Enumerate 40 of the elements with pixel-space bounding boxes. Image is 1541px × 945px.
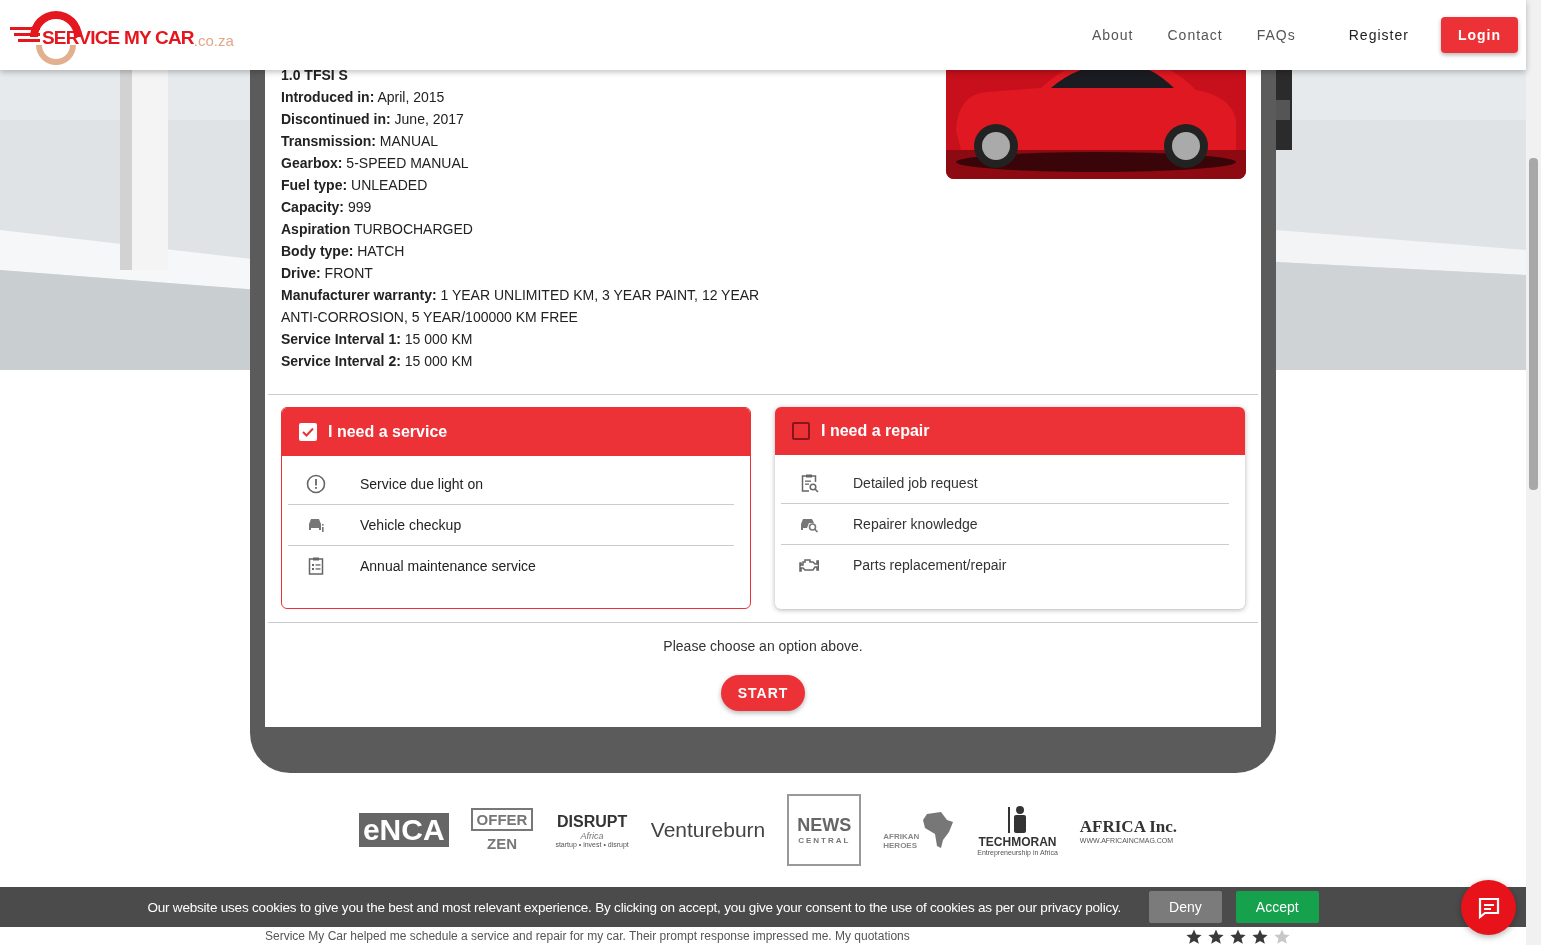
logo-text: TECHMORAN <box>978 834 1057 849</box>
chat-icon <box>1476 896 1501 919</box>
star-icon <box>1274 928 1290 945</box>
logo-text: eNCA <box>358 813 449 847</box>
logo-text: ZEN <box>487 835 517 852</box>
option-item: Parts replacement/repair <box>853 557 1007 573</box>
checkbox[interactable] <box>792 422 810 440</box>
logo-text: Ventureburn <box>650 818 766 842</box>
option-title: I need a service <box>328 423 448 441</box>
option-item: Annual maintenance service <box>360 558 536 574</box>
option-title: I need a repair <box>821 422 930 440</box>
scrollbar[interactable] <box>1526 0 1541 945</box>
option-card[interactable]: I need a repair Detailed job request Repairer knowledge Parts replacement/repair <box>775 407 1245 609</box>
option-card[interactable]: I need a service Service due light on Vehicle checkup Annual maintenance service <box>281 407 751 609</box>
clipboard-icon <box>306 556 326 576</box>
logo-text: DISRUPT <box>557 812 628 831</box>
option-item: Detailed job request <box>853 475 978 491</box>
option-item: Repairer knowledge <box>853 516 978 532</box>
deny-button[interactable]: Deny <box>1149 891 1222 923</box>
logo-text: AFRIKAN <box>883 832 920 841</box>
logo-text: Africa <box>580 830 604 841</box>
news-logo: NEWS CENTRAL <box>787 794 862 866</box>
option-item: Service due light on <box>360 476 483 492</box>
cookie-text: Our website uses cookies to give you the best and most relevant experience. By clicking on accept, you give your consent to the use of cookies as per our privacy policy. <box>147 899 1122 915</box>
alert-icon <box>306 474 326 494</box>
start-button[interactable]: START <box>720 675 806 711</box>
checkbox[interactable] <box>299 423 317 441</box>
prompt-text: Please choose an option above. <box>662 637 864 655</box>
logo-text: HEROES <box>883 841 918 850</box>
africa-map-icon <box>921 810 956 850</box>
star-icon <box>1186 928 1202 945</box>
testimonial-text: Service My Car helped me schedule a service and repair for my car. Their prompt response impressed me. My quotations <box>265 929 910 944</box>
logo-text: AFRICA Inc. <box>1079 816 1178 837</box>
star-icon <box>1230 928 1246 945</box>
option-item: Vehicle checkup <box>360 517 462 533</box>
star-icon <box>1208 928 1224 945</box>
logo-text: OFFER <box>470 808 534 831</box>
clipboard-search-icon <box>799 473 819 493</box>
chat-button[interactable] <box>1461 880 1516 935</box>
star-icon <box>1252 928 1268 945</box>
